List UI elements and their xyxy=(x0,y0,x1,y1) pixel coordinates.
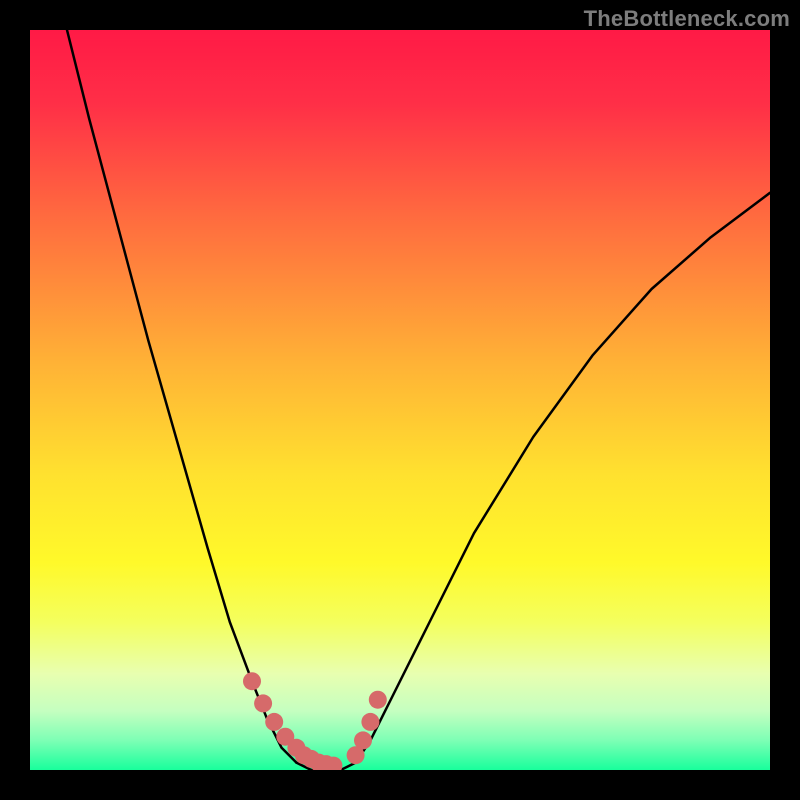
left-marker-cluster-dot xyxy=(265,713,283,731)
bottleneck-curve-left xyxy=(67,30,296,763)
curve-layer xyxy=(30,30,770,770)
right-marker-cluster-dot xyxy=(354,731,372,749)
bottleneck-curve-right xyxy=(356,193,770,763)
right-marker-cluster-dot xyxy=(369,691,387,709)
right-marker-cluster-dot xyxy=(361,713,379,731)
left-marker-cluster-dot xyxy=(243,672,261,690)
chart-frame: TheBottleneck.com xyxy=(0,0,800,800)
plot-area xyxy=(30,30,770,770)
watermark-text: TheBottleneck.com xyxy=(584,6,790,32)
left-marker-cluster-dot xyxy=(254,694,272,712)
